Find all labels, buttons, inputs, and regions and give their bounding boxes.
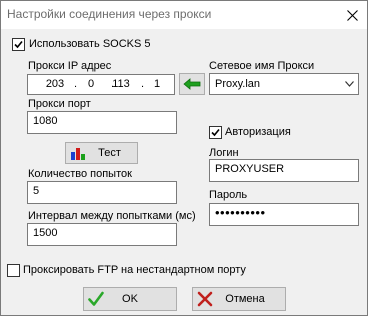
- attempts-label: Количество попыток: [28, 168, 132, 180]
- socks5-checkbox[interactable]: [12, 38, 25, 51]
- auth-label[interactable]: Авторизация: [225, 126, 291, 138]
- ip-octet-1[interactable]: 203: [44, 78, 66, 90]
- cross-icon: [197, 291, 213, 307]
- checkmark-icon: [88, 291, 104, 306]
- ftp-checkbox[interactable]: [7, 264, 20, 277]
- proxy-ip-label: Прокси IP адрес: [28, 60, 112, 72]
- proxy-name-value: Proxy.lan: [215, 78, 261, 90]
- ip-dot: .: [74, 78, 78, 90]
- auth-checkbox[interactable]: [209, 126, 222, 139]
- window-title: Настройки соединения через прокси: [7, 7, 212, 21]
- check-icon: [211, 128, 220, 137]
- proxy-name-combobox[interactable]: Proxy.lan: [209, 73, 359, 95]
- ip-octet-4[interactable]: 1: [146, 78, 168, 90]
- proxy-port-label: Прокси порт: [28, 98, 91, 110]
- test-button-label: Тест: [98, 147, 121, 159]
- ip-octet-2[interactable]: 0: [80, 78, 102, 90]
- test-button[interactable]: Тест: [65, 142, 138, 164]
- bar-chart-icon: [71, 148, 85, 160]
- proxy-ip-input[interactable]: 203 . 0 . 113 . 1: [27, 74, 175, 95]
- ip-octet-3[interactable]: 113: [110, 78, 132, 90]
- password-input[interactable]: ••••••••••: [209, 203, 359, 226]
- socks5-label[interactable]: Использовать SOCKS 5: [29, 38, 151, 50]
- title-bar: Настройки соединения через прокси: [1, 1, 367, 29]
- ip-dot: .: [141, 78, 145, 90]
- ftp-label[interactable]: Проксировать FTP на нестандартном порту: [23, 264, 246, 276]
- cancel-button[interactable]: Отмена: [192, 287, 286, 311]
- login-input[interactable]: PROXYUSER: [209, 159, 359, 182]
- password-label: Пароль: [209, 189, 248, 201]
- login-label: Логин: [209, 147, 239, 159]
- interval-label: Интервал между попытками (мс): [28, 210, 196, 222]
- proxy-settings-dialog: Настройки соединения через прокси Исполь…: [0, 0, 368, 316]
- chevron-down-icon[interactable]: [345, 81, 354, 87]
- interval-input[interactable]: 1500: [27, 223, 177, 246]
- ok-button[interactable]: OK: [83, 287, 177, 311]
- proxy-name-label: Сетевое имя Прокси: [209, 60, 315, 72]
- resolve-name-to-ip-button[interactable]: [179, 73, 205, 95]
- proxy-port-input[interactable]: 1080: [27, 111, 177, 134]
- cancel-button-label: Отмена: [225, 293, 265, 305]
- close-icon: [346, 9, 358, 21]
- attempts-input[interactable]: 5: [27, 181, 177, 204]
- close-button[interactable]: [337, 1, 367, 29]
- arrow-left-icon: [183, 78, 201, 90]
- ok-button-label: OK: [122, 293, 138, 305]
- check-icon: [14, 40, 23, 49]
